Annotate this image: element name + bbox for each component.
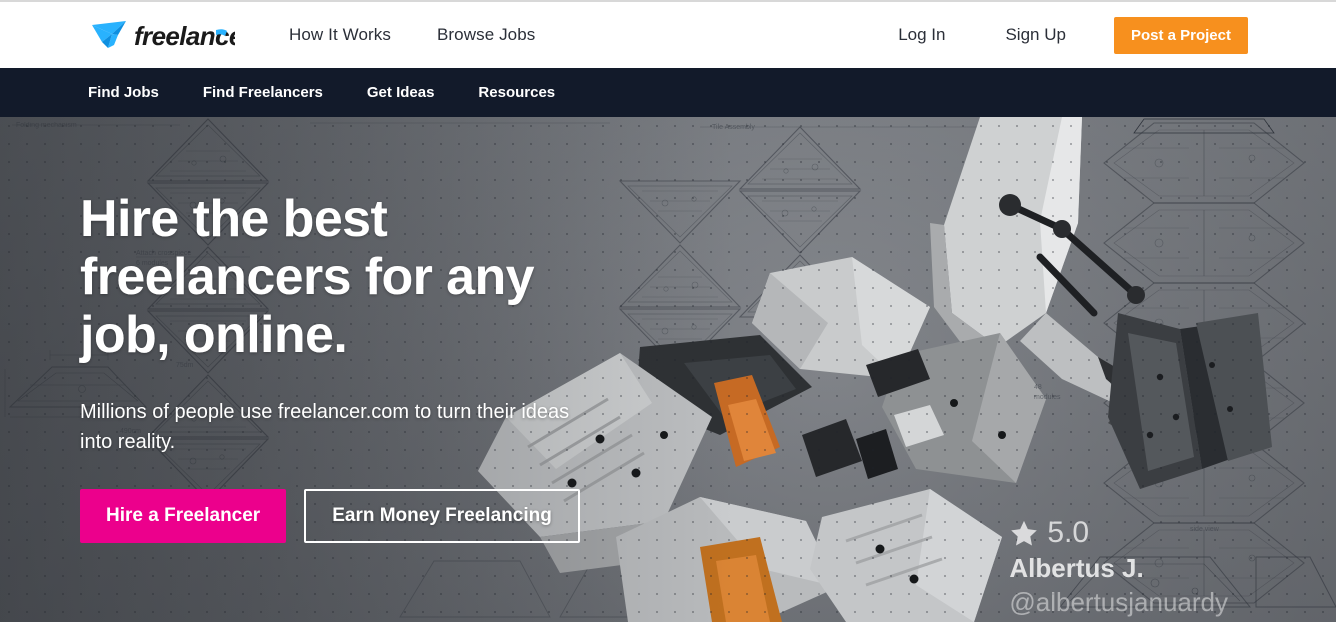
subnav-item-get-ideas[interactable]: Get Ideas [367, 84, 435, 101]
header-primary-nav: How It Works Browse Jobs [289, 25, 535, 45]
nav-how-it-works[interactable]: How It Works [289, 25, 391, 45]
hero-subtitle: Millions of people use freelancer.com to… [80, 401, 570, 453]
subnav-item-find-freelancers[interactable]: Find Freelancers [203, 84, 323, 101]
hero-content: Hire the best freelancers for any job, o… [80, 117, 700, 622]
header-actions: Log In Sign Up Post a Project [868, 16, 1248, 54]
subnav-item-find-jobs[interactable]: Find Jobs [88, 84, 159, 101]
sign-up-link[interactable]: Sign Up [975, 25, 1095, 45]
hero-headline: Hire the best freelancers for any job, o… [80, 190, 535, 364]
post-a-project-button[interactable]: Post a Project [1113, 16, 1248, 54]
site-header: freelance How It Works Browse Jobs Log I… [0, 2, 1336, 68]
subnav-item-resources[interactable]: Resources [478, 84, 555, 101]
hero-cta-group: Hire a Freelancer Earn Money Freelancing [80, 489, 700, 543]
nav-browse-jobs[interactable]: Browse Jobs [437, 25, 535, 45]
svg-text:freelance: freelance [134, 21, 235, 51]
hero-banner: Folding mechanism Attach crosspiece 6 mo… [0, 117, 1336, 622]
secondary-nav: Find Jobs Find Freelancers Get Ideas Res… [0, 68, 1336, 117]
earn-money-freelancing-button[interactable]: Earn Money Freelancing [304, 489, 580, 543]
hire-a-freelancer-button[interactable]: Hire a Freelancer [80, 489, 287, 543]
log-in-link[interactable]: Log In [868, 25, 975, 45]
freelancer-hummingbird-logo-icon: freelance [88, 18, 235, 52]
brand-logo[interactable]: freelance [88, 18, 235, 52]
